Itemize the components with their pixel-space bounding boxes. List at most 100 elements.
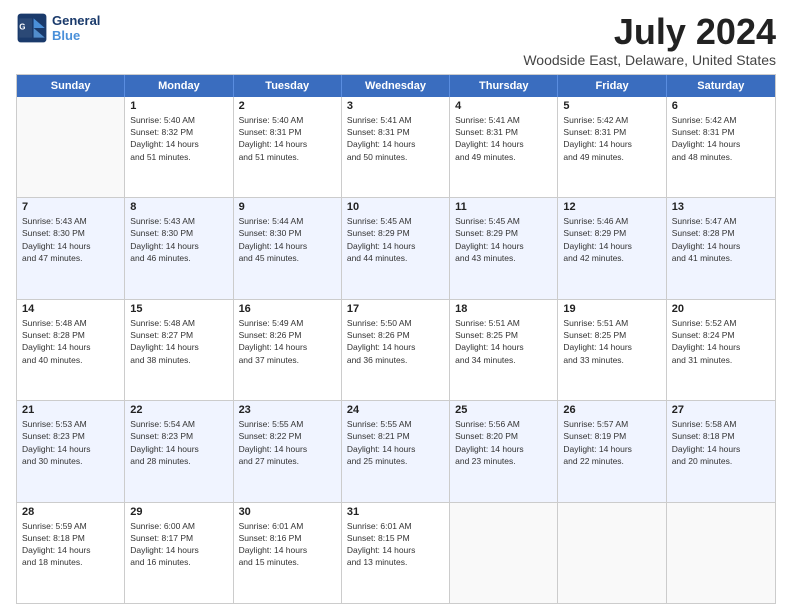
- day-info: Sunrise: 5:48 AM Sunset: 8:27 PM Dayligh…: [130, 317, 227, 366]
- calendar-cell: 8 Sunrise: 5:43 AM Sunset: 8:30 PM Daylig…: [125, 198, 233, 298]
- day-number: 3: [347, 100, 444, 112]
- day-info: Sunrise: 5:47 AM Sunset: 8:28 PM Dayligh…: [672, 215, 770, 264]
- calendar-row: 28 Sunrise: 5:59 AM Sunset: 8:18 PM Dayli…: [17, 502, 775, 603]
- day-info: Sunrise: 5:50 AM Sunset: 8:26 PM Dayligh…: [347, 317, 444, 366]
- day-info: Sunrise: 5:49 AM Sunset: 8:26 PM Dayligh…: [239, 317, 336, 366]
- day-number: 16: [239, 303, 336, 315]
- calendar-cell: 23 Sunrise: 5:55 AM Sunset: 8:22 PM Dayli…: [234, 401, 342, 501]
- day-info: Sunrise: 5:55 AM Sunset: 8:22 PM Dayligh…: [239, 418, 336, 467]
- header: G General Blue July 2024 Woodside East, …: [16, 12, 776, 68]
- day-info: Sunrise: 5:45 AM Sunset: 8:29 PM Dayligh…: [455, 215, 552, 264]
- calendar-cell: 22 Sunrise: 5:54 AM Sunset: 8:23 PM Dayli…: [125, 401, 233, 501]
- day-number: 23: [239, 404, 336, 416]
- day-number: 31: [347, 506, 444, 518]
- calendar-cell: 27 Sunrise: 5:58 AM Sunset: 8:18 PM Dayli…: [667, 401, 775, 501]
- calendar-row: 21 Sunrise: 5:53 AM Sunset: 8:23 PM Dayli…: [17, 400, 775, 501]
- day-number: 25: [455, 404, 552, 416]
- calendar-cell: 10 Sunrise: 5:45 AM Sunset: 8:29 PM Dayli…: [342, 198, 450, 298]
- calendar-cell: 29 Sunrise: 6:00 AM Sunset: 8:17 PM Dayli…: [125, 503, 233, 603]
- day-number: 19: [563, 303, 660, 315]
- calendar-cell: 6Sunrise: 5:42 AM Sunset: 8:31 PM Daylig…: [667, 97, 775, 197]
- day-of-week-header: Sunday: [17, 75, 125, 97]
- calendar-cell: [450, 503, 558, 603]
- day-number: 24: [347, 404, 444, 416]
- day-info: Sunrise: 5:58 AM Sunset: 8:18 PM Dayligh…: [672, 418, 770, 467]
- calendar-cell: 28 Sunrise: 5:59 AM Sunset: 8:18 PM Dayli…: [17, 503, 125, 603]
- calendar-cell: 25Sunrise: 5:56 AM Sunset: 8:20 PM Dayli…: [450, 401, 558, 501]
- calendar: SundayMondayTuesdayWednesdayThursdayFrid…: [16, 74, 776, 604]
- logo: G General Blue: [16, 12, 100, 44]
- calendar-row: 7Sunrise: 5:43 AM Sunset: 8:30 PM Daylig…: [17, 197, 775, 298]
- day-number: 29: [130, 506, 227, 518]
- calendar-cell: 17 Sunrise: 5:50 AM Sunset: 8:26 PM Dayli…: [342, 300, 450, 400]
- day-info: Sunrise: 5:40 AM Sunset: 8:32 PM Dayligh…: [130, 114, 227, 163]
- day-number: 28: [22, 506, 119, 518]
- day-info: Sunrise: 5:42 AM Sunset: 8:31 PM Dayligh…: [563, 114, 660, 163]
- calendar-cell: [558, 503, 666, 603]
- day-number: 10: [347, 201, 444, 213]
- calendar-cell: 1Sunrise: 5:40 AM Sunset: 8:32 PM Daylig…: [125, 97, 233, 197]
- day-info: Sunrise: 5:55 AM Sunset: 8:21 PM Dayligh…: [347, 418, 444, 467]
- day-number: 15: [130, 303, 227, 315]
- calendar-cell: 16 Sunrise: 5:49 AM Sunset: 8:26 PM Dayli…: [234, 300, 342, 400]
- calendar-cell: 18Sunrise: 5:51 AM Sunset: 8:25 PM Dayli…: [450, 300, 558, 400]
- day-info: Sunrise: 6:01 AM Sunset: 8:15 PM Dayligh…: [347, 520, 444, 569]
- day-number: 13: [672, 201, 770, 213]
- day-of-week-header: Monday: [125, 75, 233, 97]
- day-number: 8: [130, 201, 227, 213]
- calendar-cell: [17, 97, 125, 197]
- day-info: Sunrise: 5:48 AM Sunset: 8:28 PM Dayligh…: [22, 317, 119, 366]
- day-number: 18: [455, 303, 552, 315]
- day-info: Sunrise: 5:52 AM Sunset: 8:24 PM Dayligh…: [672, 317, 770, 366]
- day-info: Sunrise: 5:41 AM Sunset: 8:31 PM Dayligh…: [347, 114, 444, 163]
- day-number: 12: [563, 201, 660, 213]
- day-number: 5: [563, 100, 660, 112]
- day-info: Sunrise: 5:41 AM Sunset: 8:31 PM Dayligh…: [455, 114, 552, 163]
- day-number: 4: [455, 100, 552, 112]
- main-title: July 2024: [523, 12, 776, 52]
- title-block: July 2024 Woodside East, Delaware, Unite…: [523, 12, 776, 68]
- day-info: Sunrise: 5:46 AM Sunset: 8:29 PM Dayligh…: [563, 215, 660, 264]
- calendar-cell: [667, 503, 775, 603]
- calendar-cell: 30 Sunrise: 6:01 AM Sunset: 8:16 PM Dayli…: [234, 503, 342, 603]
- day-info: Sunrise: 5:53 AM Sunset: 8:23 PM Dayligh…: [22, 418, 119, 467]
- calendar-cell: 5 Sunrise: 5:42 AM Sunset: 8:31 PM Daylig…: [558, 97, 666, 197]
- day-number: 17: [347, 303, 444, 315]
- day-of-week-header: Saturday: [667, 75, 775, 97]
- calendar-row: 1Sunrise: 5:40 AM Sunset: 8:32 PM Daylig…: [17, 97, 775, 197]
- day-number: 11: [455, 201, 552, 213]
- logo-icon: G: [16, 12, 48, 44]
- day-info: Sunrise: 5:45 AM Sunset: 8:29 PM Dayligh…: [347, 215, 444, 264]
- day-number: 26: [563, 404, 660, 416]
- day-info: Sunrise: 5:54 AM Sunset: 8:23 PM Dayligh…: [130, 418, 227, 467]
- day-info: Sunrise: 5:43 AM Sunset: 8:30 PM Dayligh…: [130, 215, 227, 264]
- calendar-cell: 26Sunrise: 5:57 AM Sunset: 8:19 PM Dayli…: [558, 401, 666, 501]
- day-number: 21: [22, 404, 119, 416]
- calendar-body: 1Sunrise: 5:40 AM Sunset: 8:32 PM Daylig…: [17, 97, 775, 603]
- day-info: Sunrise: 5:59 AM Sunset: 8:18 PM Dayligh…: [22, 520, 119, 569]
- day-info: Sunrise: 6:00 AM Sunset: 8:17 PM Dayligh…: [130, 520, 227, 569]
- calendar-cell: 15 Sunrise: 5:48 AM Sunset: 8:27 PM Dayli…: [125, 300, 233, 400]
- day-number: 9: [239, 201, 336, 213]
- day-info: Sunrise: 6:01 AM Sunset: 8:16 PM Dayligh…: [239, 520, 336, 569]
- svg-text:G: G: [19, 23, 25, 32]
- calendar-cell: 31 Sunrise: 6:01 AM Sunset: 8:15 PM Dayli…: [342, 503, 450, 603]
- day-info: Sunrise: 5:42 AM Sunset: 8:31 PM Dayligh…: [672, 114, 770, 163]
- day-of-week-header: Wednesday: [342, 75, 450, 97]
- page: G General Blue July 2024 Woodside East, …: [0, 0, 792, 612]
- day-info: Sunrise: 5:40 AM Sunset: 8:31 PM Dayligh…: [239, 114, 336, 163]
- day-number: 2: [239, 100, 336, 112]
- day-number: 30: [239, 506, 336, 518]
- day-of-week-header: Friday: [558, 75, 666, 97]
- logo-text: General Blue: [52, 13, 100, 43]
- day-of-week-header: Tuesday: [234, 75, 342, 97]
- calendar-cell: 7Sunrise: 5:43 AM Sunset: 8:30 PM Daylig…: [17, 198, 125, 298]
- day-info: Sunrise: 5:51 AM Sunset: 8:25 PM Dayligh…: [563, 317, 660, 366]
- day-info: Sunrise: 5:44 AM Sunset: 8:30 PM Dayligh…: [239, 215, 336, 264]
- calendar-cell: 9 Sunrise: 5:44 AM Sunset: 8:30 PM Daylig…: [234, 198, 342, 298]
- day-number: 22: [130, 404, 227, 416]
- day-number: 27: [672, 404, 770, 416]
- subtitle: Woodside East, Delaware, United States: [523, 52, 776, 68]
- calendar-cell: 3 Sunrise: 5:41 AM Sunset: 8:31 PM Daylig…: [342, 97, 450, 197]
- day-number: 20: [672, 303, 770, 315]
